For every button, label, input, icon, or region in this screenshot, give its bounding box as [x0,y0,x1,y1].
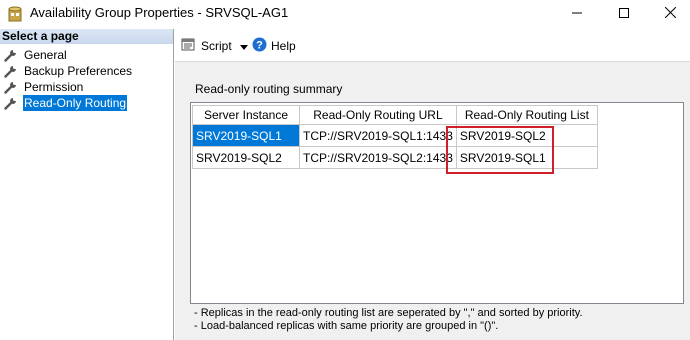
table-row[interactable]: SRV2019-SQL2 TCP://SRV2019-SQL2:1433 SRV… [192,146,598,169]
routing-table: Server Instance Read-Only Routing URL Re… [192,105,598,169]
close-icon [664,6,676,21]
column-header-routing-url[interactable]: Read-Only Routing URL [299,105,457,125]
script-icon [181,37,201,54]
column-header-routing-list[interactable]: Read-Only Routing List [455,105,598,125]
sidebar-item-backup-preferences[interactable]: Backup Preferences [4,63,133,79]
wrench-icon [4,81,17,94]
wrench-icon [4,65,17,78]
script-button[interactable]: Script [181,37,252,54]
maximize-icon [619,7,629,21]
database-icon [8,6,22,22]
toolbar: Script ? Help [175,29,690,61]
window-title: Availability Group Properties - SRVSQL-A… [30,5,289,20]
table-row[interactable]: SRV2019-SQL1 TCP://SRV2019-SQL1:1433 SRV… [192,124,598,147]
minimize-button[interactable] [554,0,600,28]
note-grouping: - Load-balanced replicas with same prior… [194,320,499,332]
minimize-icon [572,7,582,21]
sidebar-item-label: Permission [24,80,84,94]
select-page-header: Select a page [0,29,173,44]
close-button[interactable] [647,0,690,28]
page-selector-panel: Select a page General Backup Preferences… [0,29,174,340]
sidebar-item-label: General [24,48,67,62]
server-instance-cell[interactable]: SRV2019-SQL1 [192,124,300,147]
help-button[interactable]: ? Help [252,37,296,55]
wrench-icon [4,49,17,62]
routing-list-cell[interactable]: SRV2019-SQL2 [455,124,598,147]
column-header-server-instance[interactable]: Server Instance [192,105,300,125]
sidebar-item-label: Read-Only Routing [23,95,128,111]
wrench-icon [4,97,17,110]
routing-summary-grid[interactable]: Server Instance Read-Only Routing URL Re… [190,102,684,304]
script-label: Script [201,38,232,53]
table-header-row: Server Instance Read-Only Routing URL Re… [192,105,598,125]
svg-text:?: ? [256,40,263,52]
help-label: Help [271,39,296,53]
sidebar-item-permission[interactable]: Permission [4,79,84,95]
content-area: Read-only routing summary Server Instanc… [175,62,690,340]
sidebar-item-label: Backup Preferences [24,64,133,78]
sidebar-item-read-only-routing[interactable]: Read-Only Routing [4,95,128,111]
help-icon: ? [252,37,271,55]
chevron-down-icon[interactable] [239,39,252,53]
maximize-button[interactable] [601,0,647,28]
section-title: Read-only routing summary [195,82,343,96]
note-priority: - Replicas in the read-only routing list… [194,307,583,319]
title-bar: Availability Group Properties - SRVSQL-A… [0,0,690,28]
routing-list-cell[interactable]: SRV2019-SQL1 [455,146,598,169]
routing-url-cell[interactable]: TCP://SRV2019-SQL2:1433 [299,146,457,169]
sidebar-item-general[interactable]: General [4,47,68,63]
server-instance-cell[interactable]: SRV2019-SQL2 [192,146,300,169]
routing-url-cell[interactable]: TCP://SRV2019-SQL1:1433 [299,124,457,147]
